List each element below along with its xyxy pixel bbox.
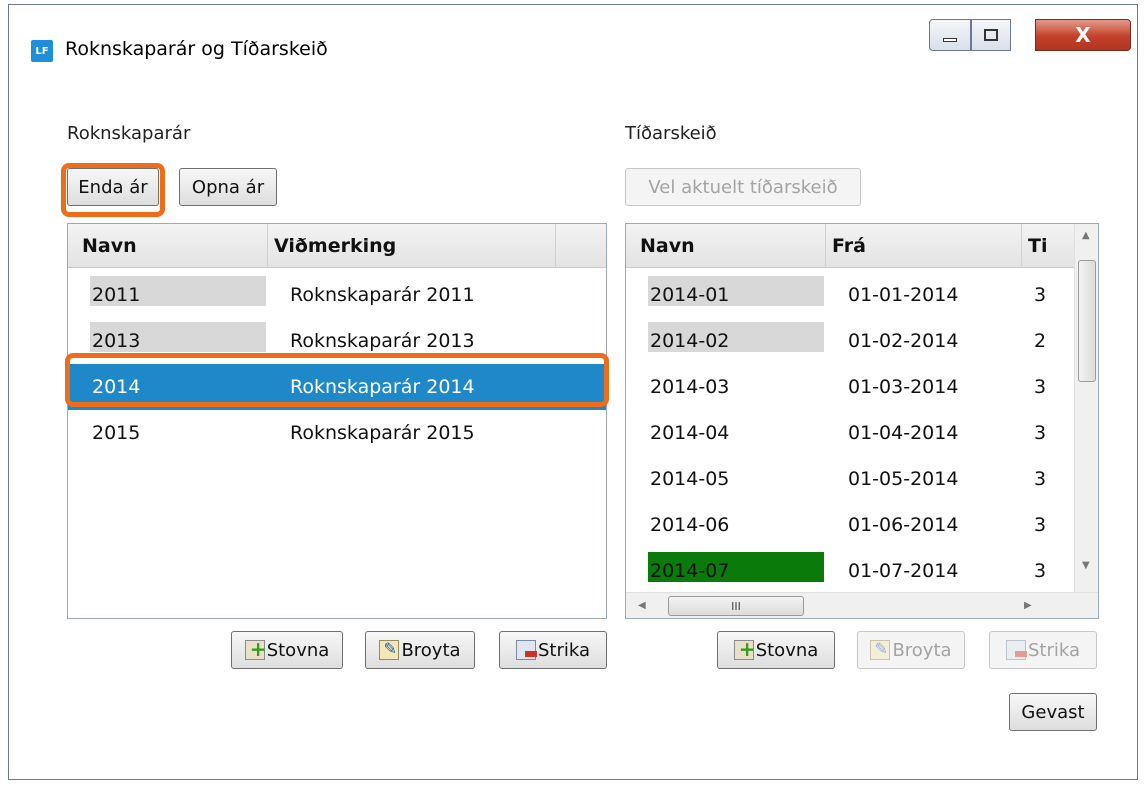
row-to: 2 <box>1034 330 1047 352</box>
row-name: 2014-02 <box>650 330 730 352</box>
vertical-scrollbar[interactable]: ▲ ▼ <box>1074 224 1098 592</box>
close-window-button[interactable]: X <box>1035 19 1131 51</box>
row-from: 01-03-2014 <box>848 376 959 398</box>
open-year-button[interactable]: Opna ár <box>179 168 277 206</box>
edit-period-button[interactable]: Broyta <box>857 631 965 669</box>
row-name: 2014-05 <box>650 468 730 490</box>
fiscal-years-label: Roknskaparár <box>67 123 191 144</box>
row-name: 2014-06 <box>650 514 730 536</box>
set-current-period-button[interactable]: Vel aktuelt tíðarskeið <box>625 168 861 206</box>
row-name: 2014-07 <box>650 560 730 582</box>
row-from: 01-04-2014 <box>848 422 959 444</box>
row-from: 01-01-2014 <box>848 284 959 306</box>
create-period-label: Stovna <box>755 639 819 661</box>
column-header-note[interactable]: Viðmerking <box>268 224 556 268</box>
grid-header: Navn Frá Ti <box>626 224 1074 268</box>
row-note: Roknskaparár 2011 <box>290 284 475 306</box>
create-year-button[interactable]: Stovna <box>231 631 343 669</box>
table-row[interactable]: 2015 Roknskaparár 2015 <box>68 410 606 456</box>
row-name: 2011 <box>92 284 141 306</box>
row-to: 3 <box>1034 422 1047 444</box>
column-header-name[interactable]: Navn <box>626 224 826 268</box>
row-from: 01-06-2014 <box>848 514 959 536</box>
delete-period-button[interactable]: Strika <box>989 631 1097 669</box>
row-to: 3 <box>1034 376 1047 398</box>
column-header-to[interactable]: Ti <box>1022 224 1082 268</box>
table-row[interactable]: 2011 Roknskaparár 2011 <box>68 272 606 318</box>
add-icon <box>733 637 755 661</box>
table-row[interactable]: 2014-01 01-01-2014 3 <box>626 272 1074 318</box>
create-period-button[interactable]: Stovna <box>717 631 835 669</box>
horizontal-scroll-thumb[interactable]: III <box>668 596 804 616</box>
edit-icon <box>379 639 400 660</box>
delete-year-button[interactable]: Strika <box>499 631 607 669</box>
create-year-label: Stovna <box>266 639 330 661</box>
minimize-button[interactable] <box>929 19 971 51</box>
table-row[interactable]: 2014-06 01-06-2014 3 <box>626 502 1074 548</box>
table-row[interactable]: 2014-07 01-07-2014 3 <box>626 548 1074 594</box>
scroll-down-icon[interactable]: ▼ <box>1082 560 1090 571</box>
edit-year-button[interactable]: Broyta <box>365 631 475 669</box>
row-from: 01-05-2014 <box>848 468 959 490</box>
scroll-left-icon[interactable]: ◀ <box>638 600 646 611</box>
vertical-scroll-thumb[interactable] <box>1078 260 1096 382</box>
column-header-from[interactable]: Frá <box>826 224 1022 268</box>
periods-label: Tíðarskeið <box>625 123 717 144</box>
row-to: 3 <box>1034 514 1047 536</box>
row-from: 01-02-2014 <box>848 330 959 352</box>
horizontal-scrollbar[interactable]: ◀ III ▶ <box>626 592 1098 618</box>
edit-year-label: Broyta <box>401 639 461 661</box>
row-name: 2015 <box>92 422 141 444</box>
row-to: 3 <box>1034 560 1047 582</box>
add-icon <box>244 637 266 661</box>
app-logo-icon: LF <box>31 40 53 62</box>
maximize-button[interactable] <box>971 19 1011 51</box>
edit-period-label: Broyta <box>892 639 952 661</box>
column-header-name[interactable]: Navn <box>68 224 268 268</box>
minimize-icon <box>943 38 957 42</box>
maximize-icon <box>984 29 998 41</box>
row-to: 3 <box>1034 284 1047 306</box>
window-title: Roknskaparár og Tíðarskeið <box>65 38 328 60</box>
table-row[interactable]: 2014-03 01-03-2014 3 <box>626 364 1074 410</box>
row-from: 01-07-2014 <box>848 560 959 582</box>
row-name: 2014-03 <box>650 376 730 398</box>
delete-icon <box>1005 640 1027 660</box>
highlight-selected-year <box>65 353 609 407</box>
scroll-up-icon[interactable]: ▲ <box>1082 230 1090 241</box>
periods-grid: Navn Frá Ti 2014-01 01-01-2014 3 2014-02… <box>625 223 1099 619</box>
row-to: 3 <box>1034 468 1047 490</box>
row-name: 2014-01 <box>650 284 730 306</box>
delete-year-label: Strika <box>537 639 591 661</box>
row-name: 2014-04 <box>650 422 730 444</box>
table-row[interactable]: 2014-02 01-02-2014 2 <box>626 318 1074 364</box>
scroll-right-icon[interactable]: ▶ <box>1024 600 1032 611</box>
row-note: Roknskaparár 2015 <box>290 422 475 444</box>
end-year-button[interactable]: Enda ár <box>67 168 159 206</box>
title-bar: LF Roknskaparár og Tíðarskeið X <box>9 5 1137 79</box>
edit-icon <box>870 639 891 660</box>
delete-period-label: Strika <box>1027 639 1081 661</box>
table-row[interactable]: 2014-05 01-05-2014 3 <box>626 456 1074 502</box>
grid-header: Navn Viðmerking <box>68 224 606 268</box>
ok-button[interactable]: Gevast <box>1009 693 1097 731</box>
close-icon: X <box>1075 23 1091 47</box>
delete-icon <box>515 640 537 660</box>
fiscal-years-grid: Navn Viðmerking 2011 Roknskaparár 2011 2… <box>67 223 607 619</box>
dialog-window: LF Roknskaparár og Tíðarskeið X Roknskap… <box>8 4 1138 780</box>
table-row[interactable]: 2014-04 01-04-2014 3 <box>626 410 1074 456</box>
